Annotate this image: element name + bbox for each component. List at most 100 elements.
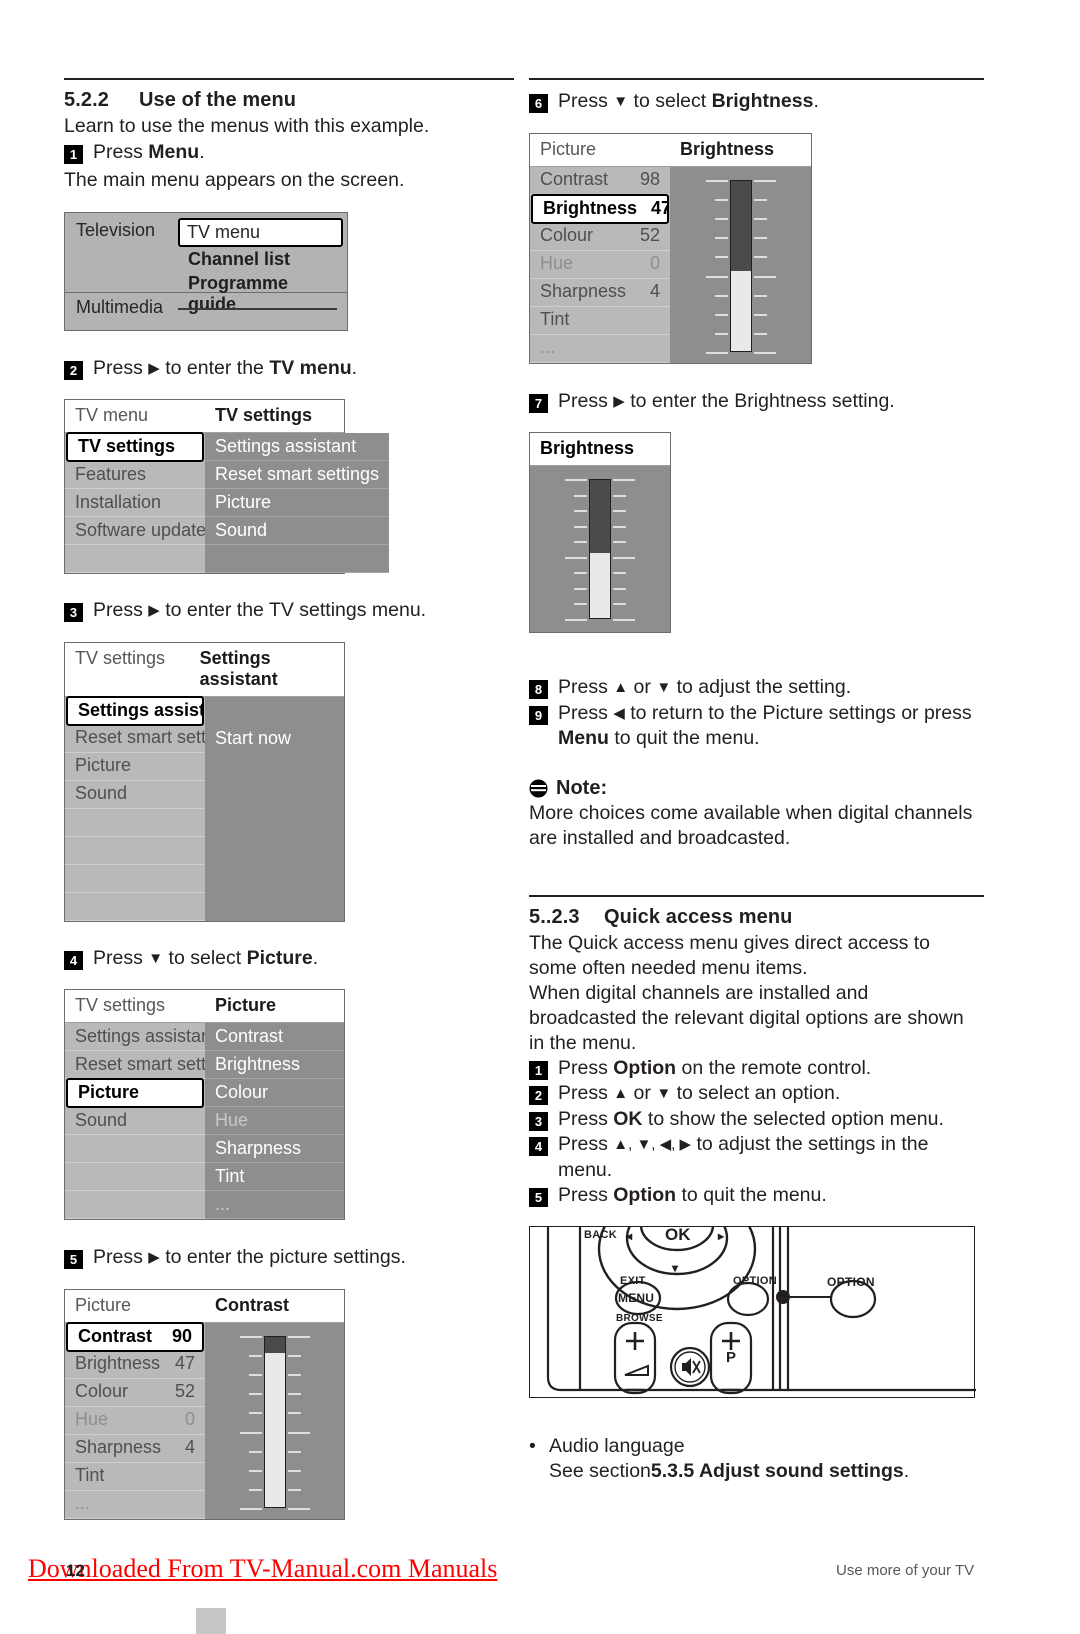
osd-item-settings-assistant[interactable]: Settings assistant [205, 433, 390, 461]
step-2: 2 Press ▶ to enter the TV menu. [64, 356, 514, 382]
section-divider [529, 78, 984, 80]
osd-item-start-now[interactable]: Start now [205, 725, 344, 753]
remote-left-arrow-glyph: ◂ [625, 1229, 633, 1243]
osd-item-settings-assistant[interactable]: Settings assistant [66, 695, 204, 726]
osd-main-label-multimedia: Multimedia [76, 296, 164, 317]
brightness-slider-large[interactable] [530, 466, 670, 632]
osd-picture-menu: TV settings Picture Settings assistant R… [64, 989, 345, 1220]
osd-item-features[interactable]: Features [65, 461, 205, 489]
osd-item-more[interactable]: ... [205, 1191, 344, 1219]
slider-track[interactable] [729, 179, 752, 352]
slider-tick [248, 1392, 262, 1395]
osd-item-label: Hue [540, 253, 574, 273]
slider-tick [714, 255, 728, 258]
note-icon [529, 779, 548, 798]
up-arrow-icon: ▲ [613, 679, 629, 696]
osd-item-sharpness[interactable]: Sharpness [205, 1135, 344, 1163]
osd-item-reset-smart-settings[interactable]: Reset smart settings [205, 461, 390, 489]
left-arrow-icon: ◀ [613, 704, 625, 722]
remote-right-arrow-glyph: ▸ [717, 1229, 725, 1243]
osd-item-software-update[interactable]: Software update [65, 517, 205, 545]
osd-item-label: Brightness [543, 197, 638, 218]
osd-item-tint[interactable]: Tint [530, 307, 670, 335]
note-title: Note [556, 776, 601, 799]
step-text-mid: to select [628, 90, 712, 112]
osd-item-sound[interactable]: Sound [65, 781, 205, 809]
step-text-pre: Press [93, 946, 149, 969]
osd-item-more[interactable]: ... [65, 1491, 205, 1519]
osd-item-installation[interactable]: Installation [65, 489, 205, 517]
step-text: Press OK to show the selected option men… [558, 1107, 979, 1133]
osd-main-item-channel-list[interactable]: Channel list [178, 247, 347, 272]
osd-item-brightness[interactable]: Brightness 47 [531, 193, 669, 224]
osd-item-tv-settings[interactable]: TV settings [66, 432, 204, 462]
step-text: Press ▶ to enter the Brightness setting. [558, 389, 979, 415]
osd-item-picture[interactable]: Picture [65, 753, 205, 781]
osd-item-sound[interactable]: Sound [205, 517, 390, 545]
osd-item-picture[interactable]: Picture [205, 489, 390, 517]
slider-tick [613, 557, 635, 559]
osd-header: Brightness [530, 433, 670, 466]
osd-header: Picture Brightness [530, 133, 811, 167]
slider-filled [263, 1352, 286, 1508]
osd-contrast-menu: Picture Contrast Contrast 90 Brightness 47… [64, 1288, 345, 1520]
osd-item-value: 4 [184, 1437, 195, 1457]
osd-item-colour[interactable]: Colour 52 [530, 223, 670, 251]
contrast-slider[interactable] [205, 1323, 344, 1519]
slider-tick [287, 1450, 301, 1453]
slider-tick [753, 294, 767, 297]
section-heading-quick-access: 5..2.3 Quick access menu [529, 906, 979, 929]
osd-item-contrast[interactable]: Contrast 90 [66, 1321, 204, 1352]
osd-item-brightness[interactable]: Brightness [205, 1051, 344, 1079]
osd-item-sharpness[interactable]: Sharpness 4 [65, 1435, 205, 1463]
step-text-mid: to enter the Brightness setting. [624, 389, 895, 412]
osd-item-brightness[interactable]: Brightness 47 [65, 1351, 205, 1379]
step-number-badge: 5 [64, 1250, 83, 1269]
left-column: 5.2.2 Use of the menu Learn to use the me… [64, 0, 514, 1520]
osd-header-title: Brightness [540, 438, 635, 458]
osd-item-picture[interactable]: Picture [66, 1078, 204, 1108]
osd-item-colour[interactable]: Colour 52 [65, 1379, 205, 1407]
footer-watermark[interactable]: Downloaded From TV-Manual.com Manuals [28, 1554, 497, 1584]
slider-track[interactable] [589, 479, 611, 619]
step-text-mid: to enter the [159, 356, 270, 379]
osd-main-item-tv-menu[interactable]: TV menu [178, 217, 343, 247]
slider-track[interactable] [263, 1335, 286, 1508]
slider-tick [287, 1335, 310, 1338]
slider-tick [753, 332, 767, 335]
osd-item-empty [65, 893, 205, 921]
osd-item-reset-smart-settings[interactable]: Reset smart settings [65, 725, 205, 753]
osd-item-empty [205, 837, 344, 865]
step-3: 3 Press ▶ to enter the TV settings menu. [64, 598, 514, 624]
osd-item-hue: Hue 0 [530, 251, 670, 279]
right-column: 6 Press ▼ to select Brightness. Picture … [529, 0, 984, 1484]
osd-item-tint[interactable]: Tint [205, 1163, 344, 1191]
osd-item-more[interactable]: ... [530, 335, 670, 363]
slider-tick [613, 588, 626, 590]
osd-item-label: Colour [540, 225, 594, 245]
osd-item-reset-smart-settings[interactable]: Reset smart settings [65, 1051, 205, 1079]
osd-brightness-menu: Picture Brightness Contrast 98 Brightness… [529, 132, 812, 364]
osd-item-settings-assistant[interactable]: Settings assistant [65, 1023, 205, 1051]
osd-brightness-single: Brightness [529, 432, 671, 633]
osd-item-sharpness[interactable]: Sharpness 4 [530, 279, 670, 307]
step-text-post: . [351, 356, 358, 379]
slider-tick [714, 217, 728, 220]
step-text: Press Menu. [93, 140, 514, 166]
slider-tick [248, 1354, 262, 1357]
brightness-slider[interactable] [670, 167, 811, 363]
step-8: 8 Press ▲ or ▼ to adjust the setting. [529, 675, 979, 701]
slider-tick [613, 619, 635, 621]
step-text-pre: Press [93, 356, 149, 379]
section-divider-2 [529, 894, 984, 897]
osd-item-tint[interactable]: Tint [65, 1463, 205, 1491]
osd-item-empty [65, 809, 205, 837]
step-number-badge: 9 [529, 705, 548, 725]
osd-item-contrast[interactable]: Contrast 98 [530, 167, 670, 195]
osd-header-left: TV settings [75, 995, 166, 1015]
step-text: Press ▶ to enter the TV settings menu. [93, 598, 514, 624]
quick-step-4: 4 Press ▲, ▼, ◀, ▶ to adjust the setting… [529, 1132, 979, 1183]
osd-item-contrast[interactable]: Contrast [205, 1023, 344, 1051]
osd-item-colour[interactable]: Colour [205, 1079, 344, 1107]
osd-item-sound[interactable]: Sound [65, 1107, 205, 1135]
